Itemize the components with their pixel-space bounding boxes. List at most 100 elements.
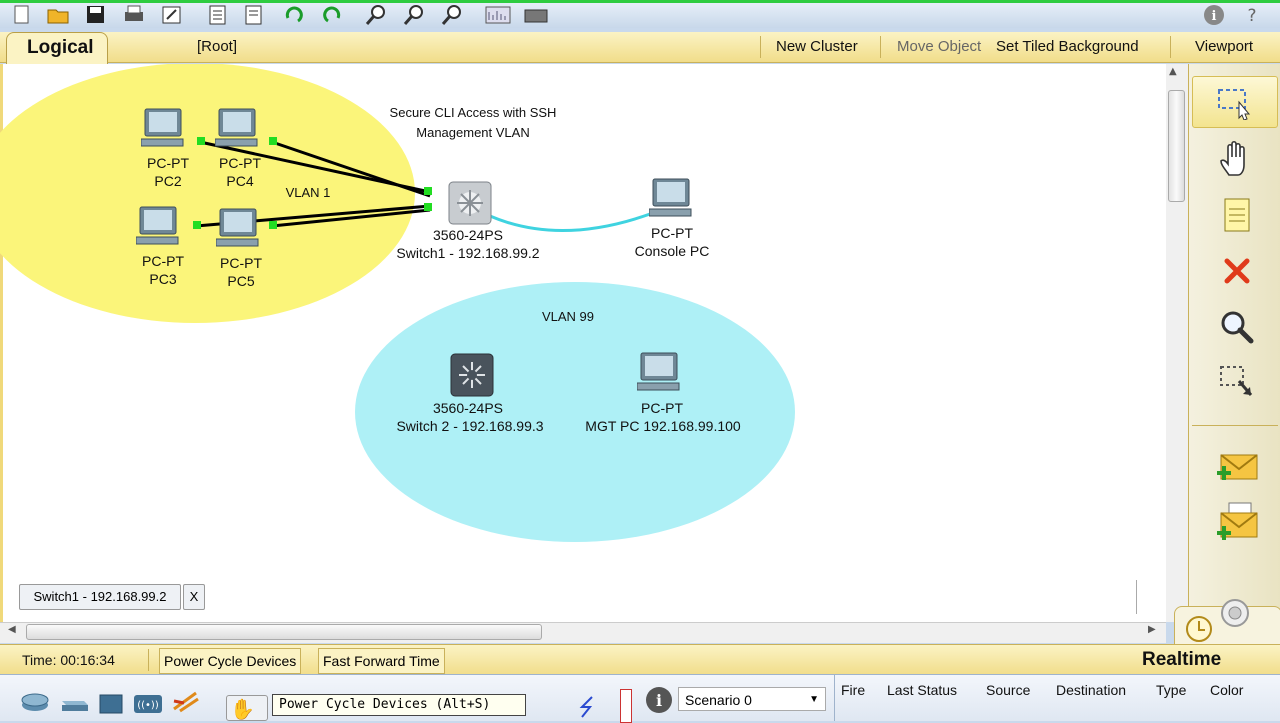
open-folder-icon[interactable]	[46, 4, 70, 26]
console-pc-device[interactable]	[648, 178, 695, 224]
logical-tab-label: Logical	[27, 37, 94, 58]
switch1-type: 3560-24PS	[432, 227, 504, 243]
switches-category-icon[interactable]	[58, 693, 90, 717]
svg-text:((•)): ((•))	[137, 700, 159, 711]
palette-icon[interactable]	[484, 4, 511, 26]
routers-category-icon[interactable]	[20, 691, 50, 717]
mode-label: Realtime	[1142, 649, 1222, 670]
save-icon[interactable]	[84, 4, 108, 26]
switch1-name: Switch1 - 192.168.99.2	[396, 245, 540, 261]
select-icon[interactable]	[1192, 76, 1278, 128]
hubs-category-icon[interactable]	[98, 693, 124, 719]
scroll-right-icon[interactable]: ▶	[1148, 624, 1156, 635]
zoom-in-icon[interactable]	[364, 4, 388, 26]
vlan1-label[interactable]: VLAN 1	[273, 184, 343, 202]
column-header-fire[interactable]: Fire	[841, 682, 865, 698]
divider	[1192, 425, 1278, 426]
fast-forward-time-button[interactable]: Fast Forward Time	[318, 648, 445, 674]
pc3-type: PC-PT	[142, 253, 184, 269]
pc4-name: PC4	[226, 173, 254, 189]
horizontal-scroll-thumb[interactable]	[26, 624, 542, 640]
column-header-type[interactable]: Type	[1156, 682, 1186, 698]
chevron-down-icon: ▼	[809, 694, 819, 705]
mgt-pc-name: MGT PC 192.168.99.100	[585, 418, 741, 434]
realtime-mode-tab[interactable]	[1174, 599, 1280, 648]
pc2-type: PC-PT	[147, 155, 189, 171]
add-simple-pdu-icon[interactable]	[1192, 442, 1280, 492]
document-icon[interactable]	[206, 4, 230, 26]
elapsed-time: Time: 00:16:34	[22, 652, 115, 668]
console-pc-name: Console PC	[634, 243, 710, 259]
custom-device-icon[interactable]	[522, 4, 548, 26]
workspace-bar: [Root] New Cluster Move Object Set Tiled…	[0, 32, 1280, 63]
document-edit-icon[interactable]	[242, 4, 266, 26]
undo-icon[interactable]	[282, 4, 306, 26]
info-icon[interactable]: i	[1202, 4, 1226, 26]
activity-wizard-icon[interactable]	[160, 4, 184, 26]
clock-icon	[1186, 616, 1212, 642]
move-object-button[interactable]: Move Object	[897, 38, 981, 55]
console-pc-type: PC-PT	[651, 225, 693, 241]
wireless-category-icon[interactable]: ((•))	[132, 693, 164, 719]
column-header-destination[interactable]: Destination	[1056, 682, 1126, 698]
divider	[1170, 36, 1171, 58]
column-header-color[interactable]: Color	[1210, 682, 1243, 698]
new-cluster-button[interactable]: New Cluster	[776, 38, 858, 55]
divider	[148, 649, 149, 671]
info-icon[interactable]: i	[644, 685, 674, 719]
redo-icon[interactable]	[320, 4, 344, 26]
note-subtitle[interactable]: Management VLAN	[383, 124, 563, 142]
new-file-icon[interactable]	[10, 4, 34, 26]
hand-move-icon[interactable]	[1192, 134, 1280, 184]
pc3-name: PC3	[149, 271, 177, 287]
pc5-name: PC5	[227, 273, 255, 289]
main-toolbar: i ?	[0, 0, 1280, 28]
switch1-device[interactable]	[447, 180, 493, 230]
note-icon[interactable]	[1192, 190, 1280, 240]
pc2-name: PC2	[154, 173, 182, 189]
svg-text:i: i	[1212, 9, 1217, 24]
note-title[interactable]: Secure CLI Access with SSH	[383, 104, 563, 122]
pc4-device[interactable]	[214, 108, 261, 154]
power-cycle-devices-button[interactable]: Power Cycle Devices	[159, 648, 302, 674]
connections-category-icon[interactable]	[170, 689, 200, 719]
switch2-device[interactable]	[449, 352, 495, 402]
scroll-up-icon[interactable]: ▲	[1169, 66, 1177, 77]
pdu-table-header: Fire Last Status Source Destination Type…	[835, 675, 1280, 705]
panel-edge	[620, 689, 632, 723]
zoom-out-icon[interactable]	[440, 4, 464, 26]
help-icon[interactable]: ?	[1240, 4, 1264, 26]
logical-workspace-canvas[interactable]: Secure CLI Access with SSH Management VL…	[0, 64, 1166, 622]
svg-text:i: i	[656, 691, 662, 710]
open-window-tab[interactable]: Switch1 - 192.168.99.2	[19, 584, 181, 610]
vertical-scroll-thumb[interactable]	[1168, 90, 1185, 202]
switch2-name: Switch 2 - 192.168.99.3	[396, 418, 544, 434]
column-header-last-status[interactable]: Last Status	[887, 682, 957, 698]
print-icon[interactable]	[122, 4, 146, 26]
time-bar: Time: 00:16:34 Power Cycle Devices Fast …	[0, 644, 1280, 675]
scroll-left-icon[interactable]: ◀	[8, 624, 16, 635]
auto-connection-icon[interactable]	[572, 695, 604, 719]
column-header-source[interactable]: Source	[986, 682, 1030, 698]
set-tiled-background-button[interactable]: Set Tiled Background	[996, 38, 1139, 55]
delete-icon[interactable]	[1192, 246, 1280, 296]
pc2-device[interactable]	[140, 108, 187, 154]
scenario-select-value: Scenario 0	[685, 692, 752, 708]
pc5-device[interactable]	[215, 208, 262, 254]
root-breadcrumb[interactable]: [Root]	[197, 38, 237, 55]
close-window-button[interactable]: X	[183, 584, 205, 610]
device-and-event-panel: ((•)) ✋ i Scenario 0 ▼ Fire Last Status …	[0, 674, 1280, 723]
scenario-select[interactable]: Scenario 0 ▼	[678, 687, 826, 711]
power-cycle-tooltip: Power Cycle Devices (Alt+S)	[272, 694, 526, 716]
pc3-device[interactable]	[135, 206, 182, 252]
zoom-reset-icon[interactable]	[402, 4, 426, 26]
viewport-button[interactable]: Viewport	[1195, 38, 1253, 55]
resize-select-icon[interactable]	[1192, 356, 1280, 406]
pc4-type: PC-PT	[219, 155, 261, 171]
divider	[880, 36, 881, 58]
simulation-icon[interactable]	[1217, 593, 1257, 629]
mgt-pc-device[interactable]	[636, 352, 683, 398]
vlan99-label[interactable]: VLAN 99	[533, 308, 603, 326]
add-complex-pdu-icon[interactable]	[1192, 498, 1280, 548]
inspect-icon[interactable]	[1192, 302, 1280, 352]
